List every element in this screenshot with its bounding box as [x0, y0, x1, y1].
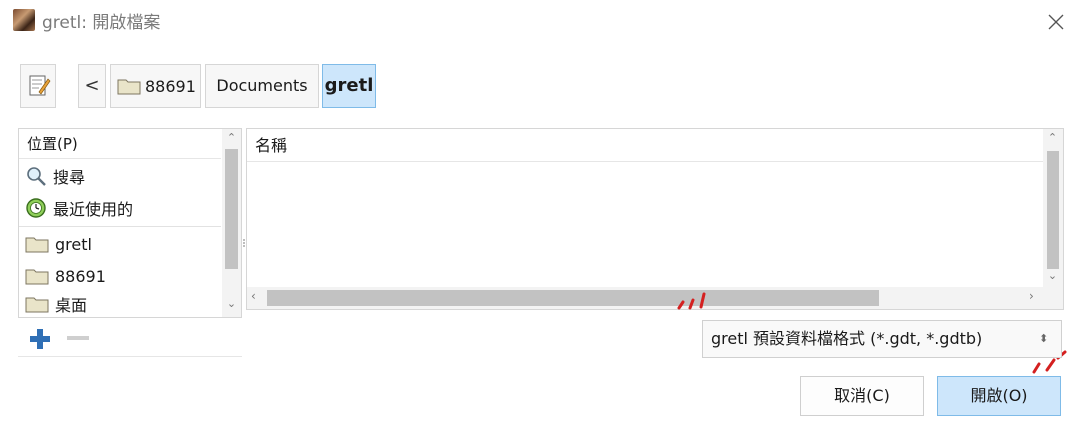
place-item-label: 桌面: [55, 295, 88, 315]
scroll-down-icon[interactable]: ⌄: [222, 297, 241, 310]
places-divider: [18, 356, 242, 357]
places-scrollbar[interactable]: ⌃ ⌄: [222, 129, 241, 317]
places-separator: [19, 226, 221, 227]
scroll-left-icon[interactable]: ‹: [251, 289, 256, 303]
annotation-mark: [677, 292, 706, 310]
close-button[interactable]: [1040, 6, 1072, 38]
search-icon: [27, 167, 46, 186]
place-item-label: 搜尋: [53, 168, 86, 187]
edit-icon: [29, 75, 51, 96]
open-button[interactable]: 開啟(O): [937, 376, 1061, 416]
cancel-button[interactable]: 取消(C): [800, 376, 924, 416]
place-item-label: 88691: [55, 266, 106, 286]
breadcrumb-label: 88691: [145, 76, 196, 96]
path-back-button[interactable]: <: [78, 64, 106, 108]
file-type-filter-value: gretl 預設資料檔格式 (*.gdt, *.gdtb): [711, 329, 983, 348]
breadcrumb-gretl[interactable]: gretl: [322, 64, 376, 108]
scroll-up-icon[interactable]: ⌃: [222, 131, 241, 144]
place-item-search[interactable]: 搜尋: [19, 160, 221, 192]
edit-location-button[interactable]: [20, 64, 56, 108]
file-list[interactable]: 名稱 ⌃ ⌄ ‹ ›: [246, 128, 1064, 310]
file-list-vertical-scrollbar[interactable]: ⌃ ⌄: [1043, 129, 1063, 309]
gretl-app-icon: [13, 9, 35, 31]
breadcrumb-documents[interactable]: Documents: [205, 64, 319, 108]
places-panel: 位置(P) 搜尋 最近使用的 gretl 88691 桌面 ⌃ ⌄: [18, 128, 242, 318]
horizontal-scroll-thumb[interactable]: [267, 290, 879, 306]
file-type-filter-select[interactable]: gretl 預設資料檔格式 (*.gdt, *.gdtb) ⬍: [702, 320, 1062, 358]
folder-icon: [117, 79, 141, 95]
vertical-scroll-thumb[interactable]: [1047, 151, 1059, 269]
updown-arrow-icon: ⬍: [1039, 332, 1049, 345]
file-list-horizontal-scrollbar[interactable]: ‹ ›: [247, 287, 1043, 309]
place-item-gretl[interactable]: gretl: [19, 228, 221, 260]
places-scroll-thumb[interactable]: [225, 149, 238, 269]
place-item-desktop[interactable]: 桌面: [19, 290, 221, 317]
folder-icon: [25, 297, 49, 312]
scroll-right-icon[interactable]: ›: [1029, 289, 1034, 303]
close-icon: [1048, 14, 1064, 30]
window-title: gretl: 開啟檔案: [42, 13, 161, 33]
place-item-label: 最近使用的: [53, 200, 134, 219]
folder-icon: [25, 269, 49, 285]
column-header-name[interactable]: 名稱: [247, 129, 1043, 162]
places-header[interactable]: 位置(P): [19, 129, 221, 159]
place-item-recent[interactable]: 最近使用的: [19, 192, 221, 224]
breadcrumb-88691[interactable]: 88691: [110, 64, 201, 108]
place-item-label: gretl: [55, 234, 92, 254]
scroll-up-icon[interactable]: ⌃: [1043, 131, 1062, 144]
scroll-down-icon[interactable]: ⌄: [1043, 269, 1062, 282]
add-bookmark-button[interactable]: [28, 327, 52, 351]
place-item-88691[interactable]: 88691: [19, 260, 221, 292]
remove-bookmark-button[interactable]: [67, 336, 89, 340]
title-bar: gretl: 開啟檔案: [0, 0, 1078, 44]
plus-icon: [30, 329, 50, 349]
folder-icon: [25, 237, 49, 253]
recent-icon: [26, 198, 46, 218]
